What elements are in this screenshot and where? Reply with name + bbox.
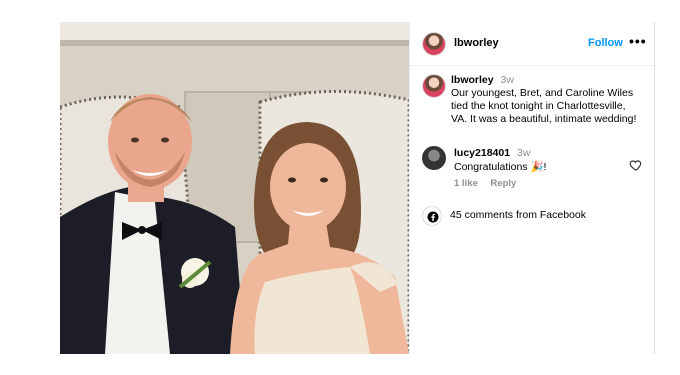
wedding-photo-illustration <box>60 22 409 354</box>
comment-time: 3w <box>516 147 531 159</box>
commenter-username[interactable]: lucy218401 <box>454 147 510 159</box>
caption-line-2: tied the knot tonight in Charlottesville… <box>451 100 626 112</box>
author-username[interactable]: lbworley <box>454 37 499 49</box>
caption-avatar[interactable] <box>422 74 446 98</box>
post-header: lbworley Follow ••• <box>410 22 656 66</box>
comment-likes[interactable]: 1 like <box>454 178 478 189</box>
caption-username[interactable]: lbworley <box>451 74 494 86</box>
comment-body: Congratulations 🎉! <box>454 161 547 173</box>
facebook-icon <box>422 206 442 226</box>
caption-time: 3w <box>500 74 514 86</box>
follow-button[interactable]: Follow <box>588 37 623 49</box>
heart-icon[interactable] <box>629 158 643 172</box>
author-avatar[interactable] <box>422 32 446 56</box>
post-side-panel: lbworley Follow ••• lbworley 3w Our youn… <box>409 22 656 354</box>
caption-line-1: Our youngest, Bret, and Caroline Wiles <box>451 87 634 99</box>
commenter-avatar[interactable] <box>422 146 446 170</box>
reply-button[interactable]: Reply <box>490 178 516 189</box>
facebook-comments-link[interactable]: 45 comments from Facebook <box>450 209 586 221</box>
facebook-comments-row[interactable]: 45 comments from Facebook <box>410 204 656 228</box>
more-icon[interactable]: ••• <box>629 33 647 49</box>
caption-line-3: VA. It was a beautiful, intimate wedding… <box>451 113 637 125</box>
post-photo[interactable] <box>60 22 409 354</box>
instagram-post-card: lbworley Follow ••• lbworley 3w Our youn… <box>60 22 656 354</box>
caption-text: lbworley 3w Our youngest, Bret, and Caro… <box>451 74 651 126</box>
comment-text: lucy218401 3w Congratulations 🎉! <box>454 146 624 174</box>
comment-actions: 1 like Reply <box>454 178 526 189</box>
